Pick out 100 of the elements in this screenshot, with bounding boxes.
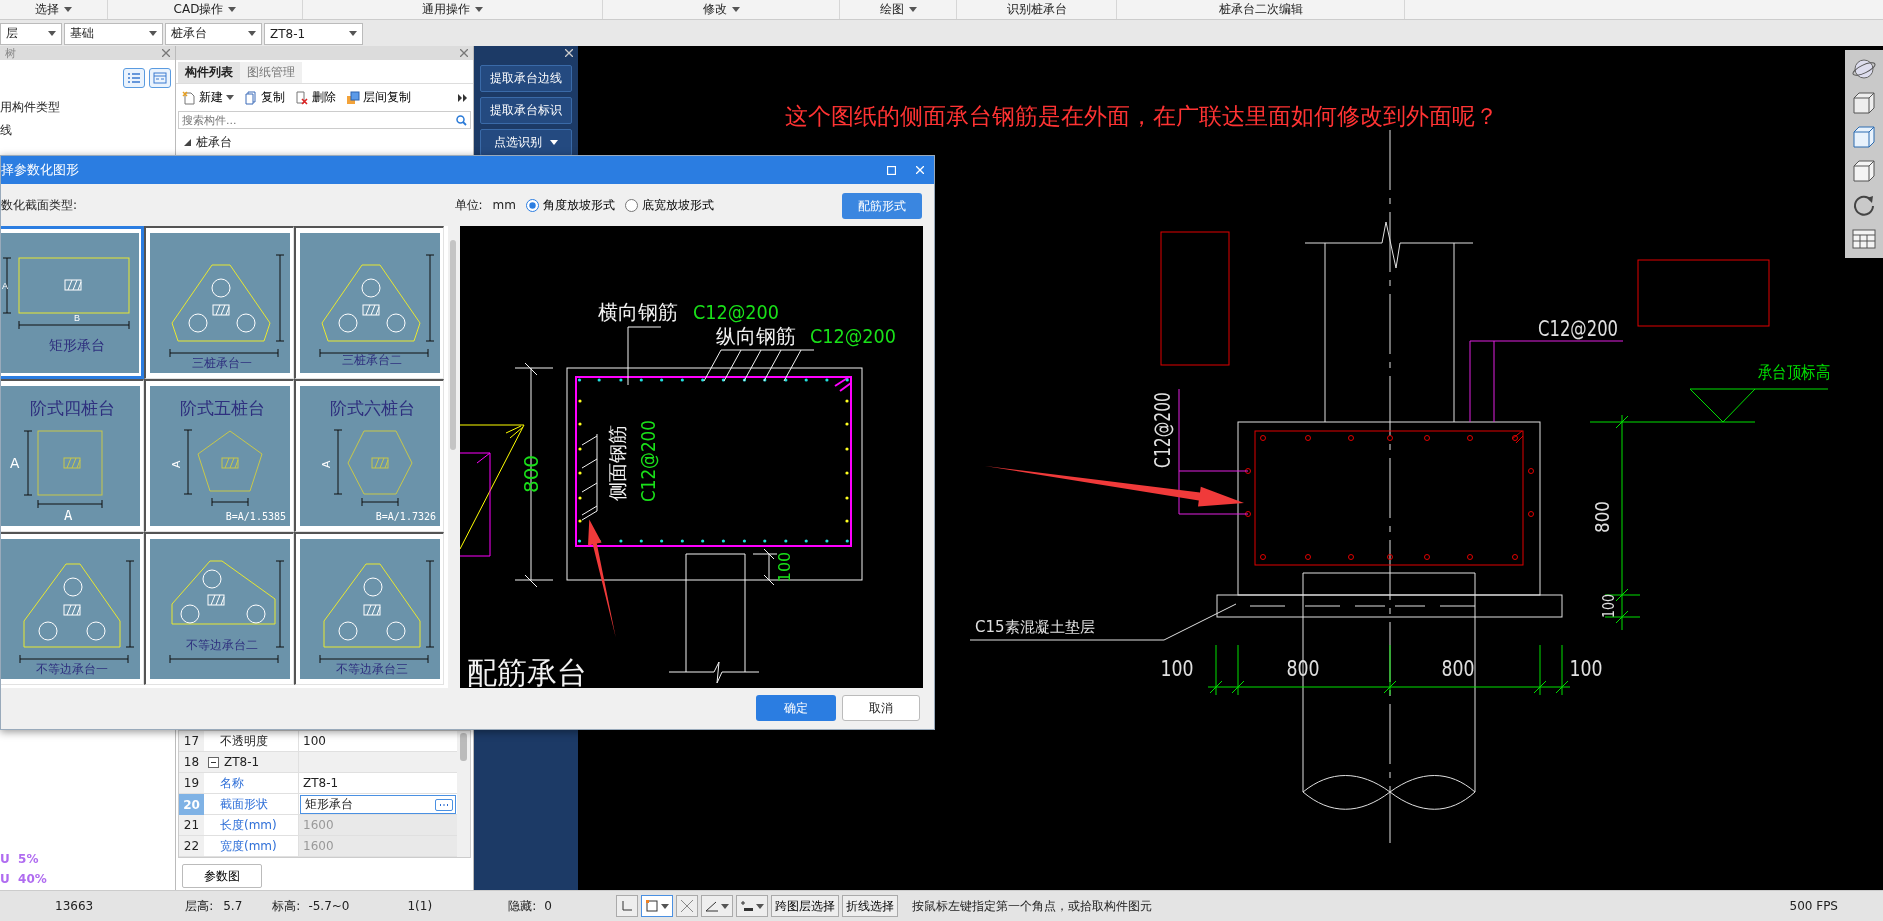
new-file-icon	[182, 90, 196, 105]
rebar-form-button[interactable]: 配筋形式	[842, 193, 922, 219]
unit-label: 单位:	[454, 196, 483, 214]
line-weight-icon	[739, 899, 754, 913]
property-value[interactable]: ZT8-1	[299, 773, 457, 793]
menu-item[interactable]: 绘图	[879, 1, 917, 18]
menu-item[interactable]: CAD操作	[173, 1, 237, 18]
ortho-button[interactable]	[615, 895, 638, 917]
caret-icon	[228, 7, 237, 12]
caret-icon	[475, 7, 483, 12]
angle-button[interactable]	[700, 895, 733, 917]
close-icon[interactable]	[162, 49, 170, 57]
toolbar-button[interactable]: 复制	[244, 89, 285, 106]
shape-option[interactable]: 不等边承台二	[144, 532, 294, 685]
grid-icon[interactable]	[1851, 226, 1877, 252]
dimension-label: A	[319, 460, 332, 468]
coordinate-text: 13663	[55, 899, 94, 913]
dropdown[interactable]: 层	[0, 22, 62, 45]
dimension-text: 100	[1160, 657, 1201, 681]
caret-icon	[660, 903, 669, 909]
dimension-label: A	[169, 460, 182, 468]
shape-option[interactable]: 三桩承台一	[144, 226, 294, 379]
status-value: 1(1)	[407, 899, 433, 913]
scrollbar-thumb[interactable]	[450, 240, 456, 450]
dimension-label: B	[74, 312, 80, 323]
status-value: 5.7	[223, 899, 243, 913]
search-field[interactable]: 搜索构件...	[178, 111, 471, 129]
recognition-button[interactable]: 点选识别	[480, 129, 572, 156]
recognition-button[interactable]: 提取承台标识	[480, 97, 572, 124]
radio-option[interactable]: 底宽放坡形式	[625, 196, 714, 214]
tree-item[interactable]: 线	[0, 119, 175, 142]
property-value[interactable]: 100	[299, 731, 457, 751]
dropdown[interactable]: 桩承台	[165, 22, 262, 45]
dimension-line	[752, 548, 778, 586]
shape-option[interactable]: 不等边承台三	[294, 532, 444, 685]
more-icon[interactable]	[458, 93, 467, 102]
menu-item[interactable]: 通用操作	[422, 1, 483, 18]
line-button[interactable]	[735, 895, 768, 917]
snap-button[interactable]	[640, 895, 673, 917]
detail-view-button[interactable]	[149, 68, 171, 88]
maximize-icon[interactable]	[887, 165, 896, 175]
collapse-icon[interactable]	[208, 756, 219, 768]
select-mode-button[interactable]: 折线选择	[841, 895, 898, 917]
ok-button[interactable]: 确定	[756, 695, 836, 721]
elevation-label: 承台顶标高	[1758, 362, 1843, 382]
layers-icon	[346, 90, 360, 105]
select-mode-button[interactable]: 跨图层选择	[770, 895, 839, 917]
parameter-button[interactable]: 参数图	[182, 864, 262, 888]
copy-icon	[244, 90, 258, 105]
property-field[interactable]: 矩形承台	[300, 795, 456, 814]
dimension-text: 800	[519, 454, 543, 494]
shape-option[interactable]: 三桩承台二	[294, 226, 444, 379]
cube-3d-icon[interactable]	[1851, 90, 1877, 116]
tree-item[interactable]: 用构件类型	[0, 96, 175, 119]
caret-icon	[755, 903, 764, 909]
shape-option[interactable]: A B 矩形承台	[1, 226, 144, 379]
close-icon[interactable]	[565, 49, 573, 57]
shape-option[interactable]: 不等边承台一	[1, 532, 144, 685]
shape-label: 阶式六桩台	[329, 399, 414, 418]
caret-icon	[349, 31, 357, 36]
toolbar-button[interactable]: 新建	[182, 89, 234, 106]
menu-item[interactable]: 选择	[35, 1, 72, 18]
caret-icon	[226, 95, 234, 100]
status-value: -5.7~0	[308, 899, 350, 913]
status-label: 标高:	[272, 897, 301, 915]
recognition-button[interactable]: 提取承台边线	[480, 65, 572, 92]
menu-item[interactable]: 识别桩承台	[1006, 1, 1067, 18]
shape-option[interactable]: 阶式五桩台 A B=A/1.5385	[144, 379, 294, 532]
corner-icon	[619, 899, 634, 913]
cross-button[interactable]	[675, 895, 698, 917]
tree-item[interactable]: 桩承台	[176, 132, 240, 153]
toolbar-button[interactable]: 删除	[295, 89, 336, 106]
close-icon[interactable]	[460, 49, 468, 57]
caret-icon	[64, 7, 72, 12]
radio-option[interactable]: 角度放坡形式	[526, 196, 615, 214]
menu-item[interactable]: 桩承台二次编辑	[1218, 1, 1303, 18]
shape-option[interactable]: 阶式四桩台 A A	[1, 379, 144, 532]
expand-icon[interactable]	[184, 139, 191, 146]
list-view-button[interactable]	[123, 68, 145, 88]
shape-label: 矩形承台	[49, 336, 105, 353]
cube-icon[interactable]	[1851, 124, 1877, 150]
caret-icon	[908, 7, 917, 12]
usage-text: U 40%	[0, 872, 48, 886]
caret-icon	[149, 31, 157, 36]
browse-button[interactable]	[435, 798, 453, 811]
panel-tab[interactable]: 构件列表	[178, 62, 240, 83]
shape-label: 不等边承台一	[35, 662, 108, 676]
shape-option[interactable]: 阶式六桩台 A B=A/1.7326	[294, 379, 444, 532]
dropdown[interactable]: ZT8-1	[264, 22, 363, 45]
dropdown[interactable]: 基础	[64, 22, 163, 45]
cube-icon[interactable]	[1851, 158, 1877, 184]
row-number: 17	[179, 731, 204, 751]
globe-icon[interactable]	[1851, 56, 1877, 82]
cancel-button[interactable]: 取消	[842, 695, 920, 721]
toolbar-button[interactable]: 层间复制	[346, 89, 411, 106]
scrollbar-thumb[interactable]	[460, 733, 467, 761]
shape-label: 三桩承台一	[191, 356, 252, 370]
panel-tab[interactable]: 图纸管理	[240, 62, 302, 83]
menu-item[interactable]: 修改	[702, 1, 740, 18]
status-label: 层高:	[185, 897, 214, 915]
